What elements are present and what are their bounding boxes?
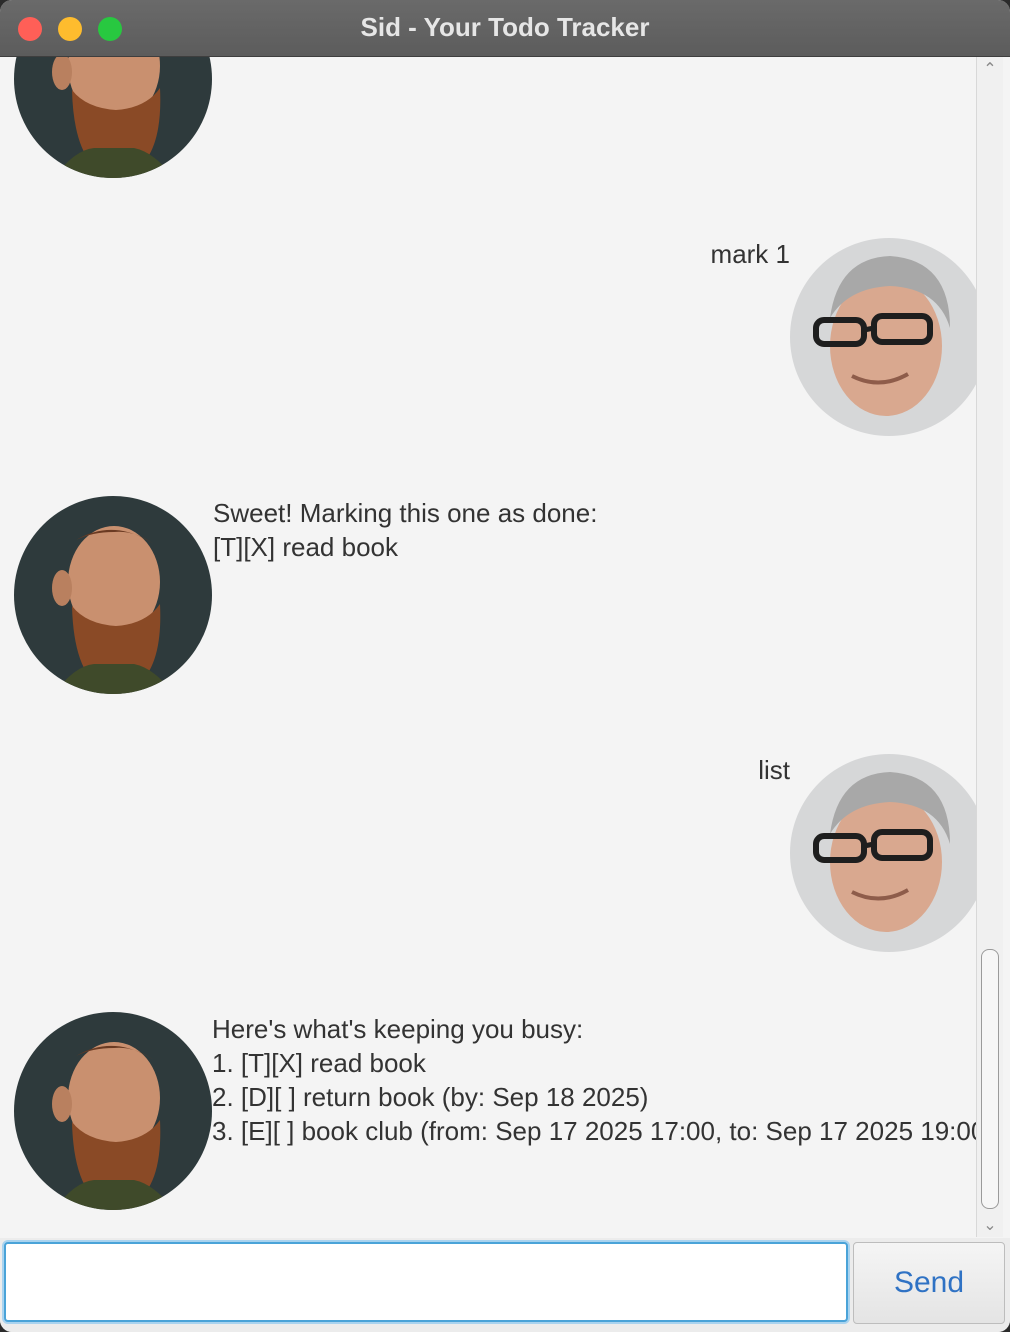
app-window: Sid - Your Todo Tracker mark 1 Sweet! Ma… [0,0,1010,1332]
title-bar: Sid - Your Todo Tracker [0,0,1010,57]
user-avatar [790,238,976,436]
bot-message: Sweet! Marking this one as done: [T][X] … [213,498,598,562]
bearded-man-icon [14,57,212,178]
vertical-scrollbar[interactable]: ⌃ ⌄ [976,57,1003,1237]
user-input-field[interactable] [4,1242,848,1322]
bearded-man-icon [14,496,212,694]
bearded-man-icon [14,1012,212,1210]
scrollbar-thumb[interactable] [981,949,999,1209]
scroll-up-arrow-icon[interactable]: ⌃ [977,59,1003,81]
user-avatar [790,754,976,952]
send-button[interactable]: Send [853,1242,1005,1324]
bot-avatar [14,1012,212,1210]
user-message: mark 1 [710,239,790,269]
scroll-down-arrow-icon[interactable]: ⌄ [977,1215,1003,1237]
glasses-man-icon [790,754,976,952]
bot-avatar [14,57,212,178]
glasses-man-icon [790,238,976,436]
window-title: Sid - Your Todo Tracker [360,12,650,42]
bot-avatar [14,496,212,694]
user-message: list [758,755,790,785]
bot-message: Here's what's keeping you busy: 1. [T][X… [212,1014,976,1146]
input-bar: Send [0,1238,1010,1332]
dialog-container[interactable]: mark 1 Sweet! Marking this one as done: … [2,57,976,1237]
